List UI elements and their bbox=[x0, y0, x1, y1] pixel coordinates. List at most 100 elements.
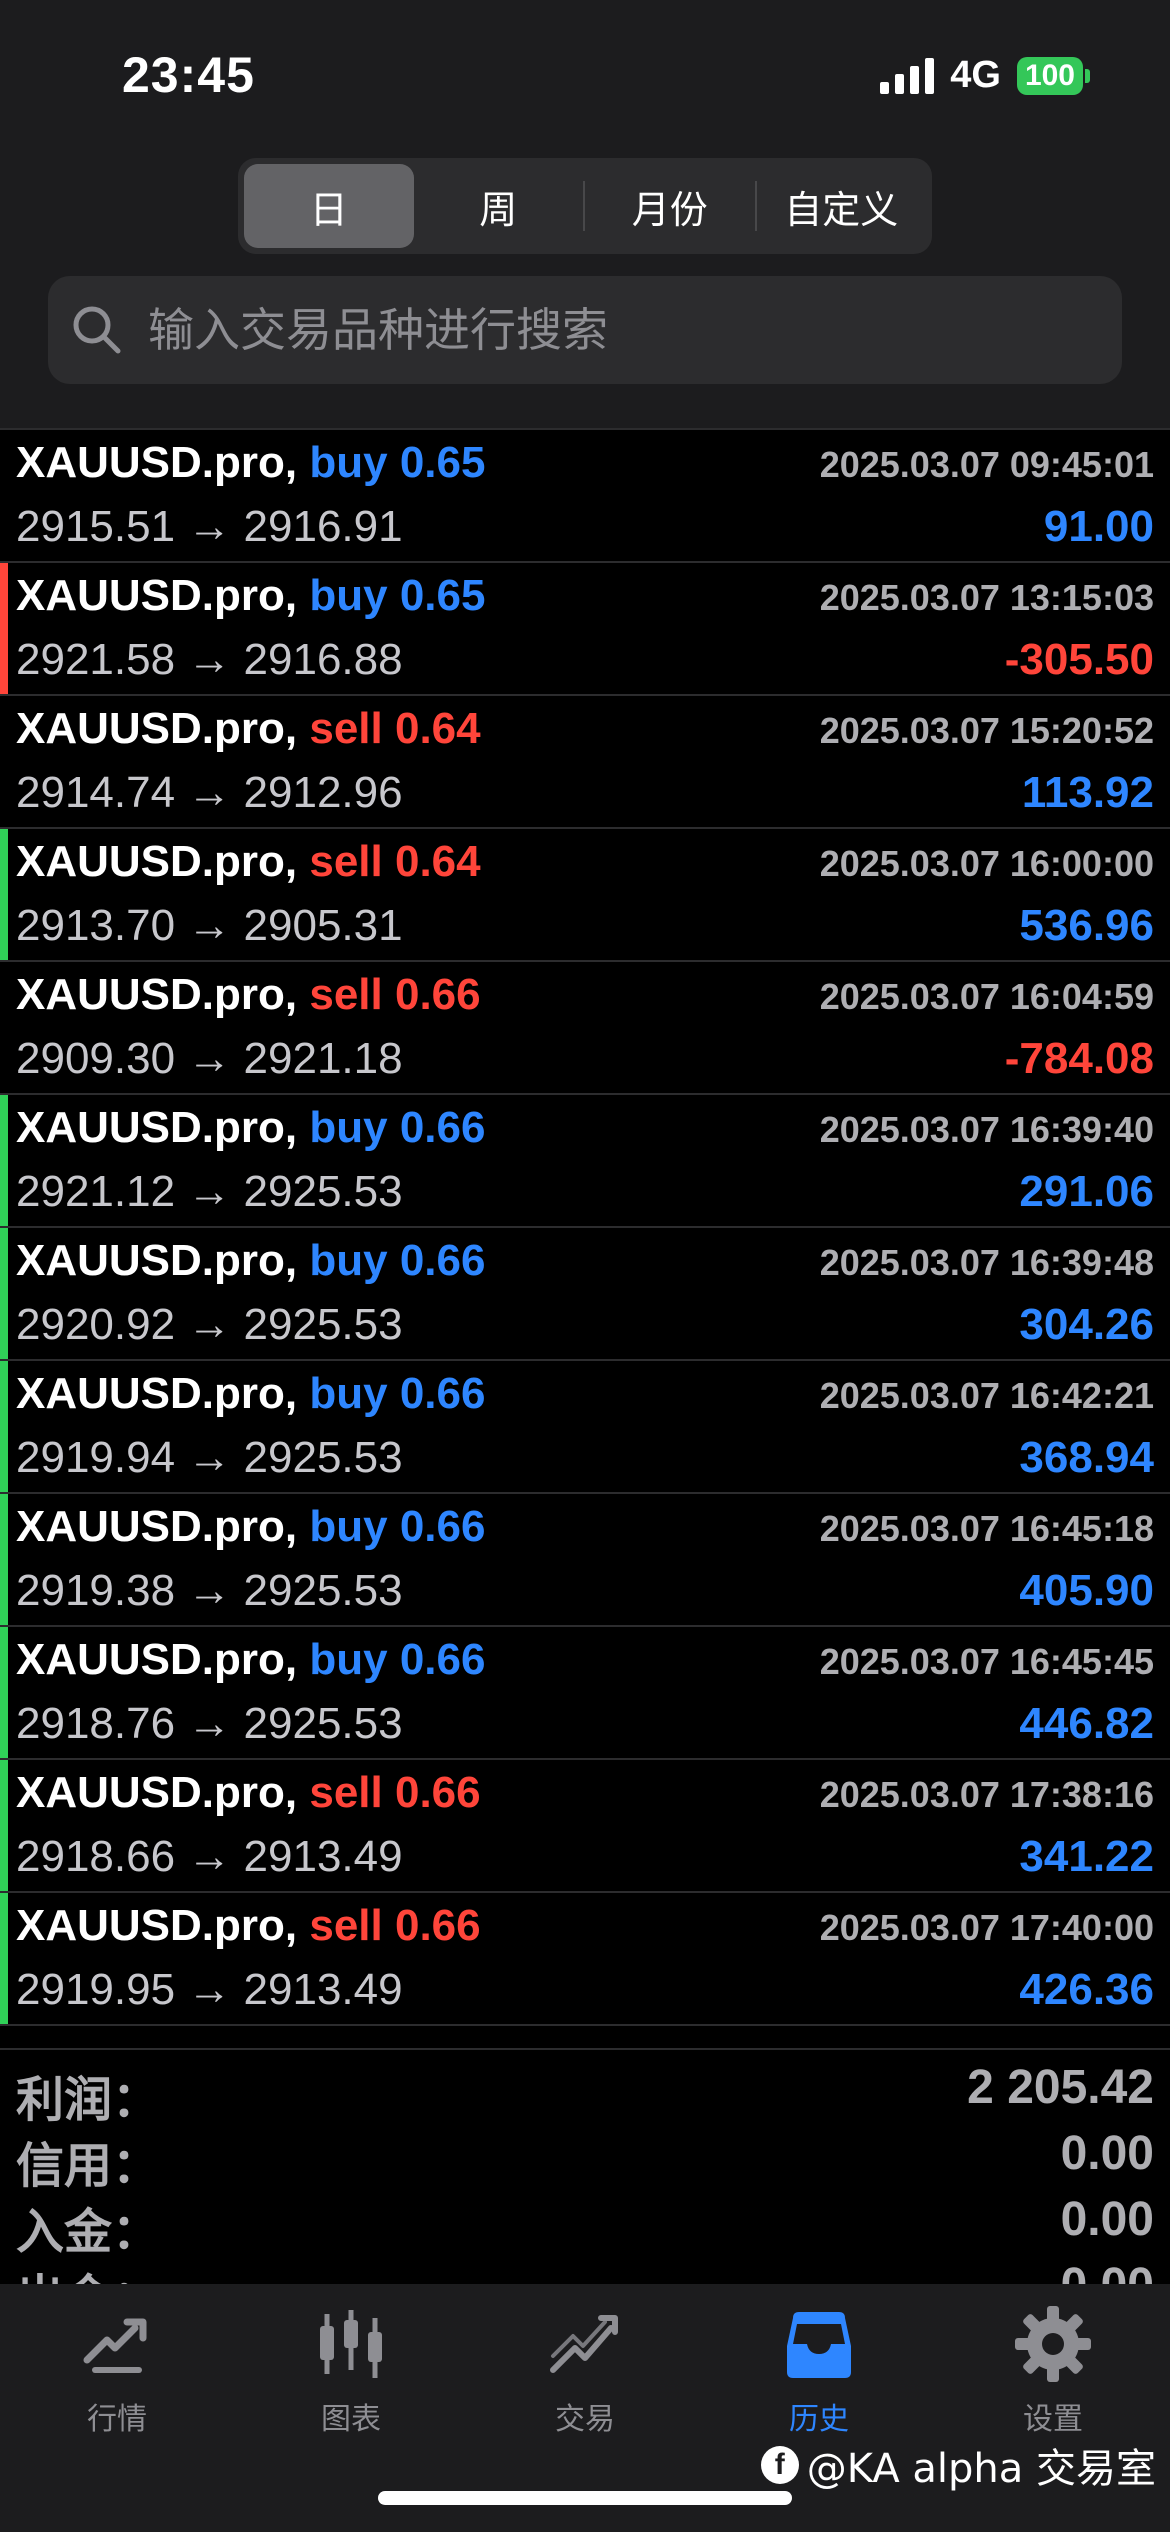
trade-prices: 2919.94 → 2925.53 bbox=[16, 1433, 403, 1483]
search-input[interactable] bbox=[146, 302, 1050, 358]
trade-history-list: XAUUSD.pro, buy 0.65 2025.03.07 09:45:01 2… bbox=[0, 428, 1170, 2026]
trade-time: 2025.03.07 13:15:03 bbox=[819, 577, 1154, 618]
trade-volume: 0.66 bbox=[399, 1635, 486, 1684]
status-time: 23:45 bbox=[122, 47, 255, 103]
arrow-icon: → bbox=[187, 1699, 232, 1748]
result-indicator-bar bbox=[0, 1627, 8, 1758]
trade-profit: 405.90 bbox=[1019, 1566, 1154, 1615]
trade-title: XAUUSD.pro, sell 0.66 bbox=[16, 1768, 481, 1818]
trade-row[interactable]: XAUUSD.pro, buy 0.66 2025.03.07 16:39:40 2… bbox=[0, 1093, 1170, 1226]
tab-chart[interactable]: 图表 bbox=[234, 2304, 468, 2454]
trade-prices: 2915.51 → 2916.91 bbox=[16, 502, 403, 552]
trade-volume: 0.66 bbox=[399, 1103, 486, 1152]
trade-time: 2025.03.07 09:45:01 bbox=[819, 444, 1154, 485]
tab-label: 行情 bbox=[87, 2402, 147, 2437]
trade-row[interactable]: XAUUSD.pro, sell 0.66 2025.03.07 17:38:16… bbox=[0, 1758, 1170, 1891]
trade-title: XAUUSD.pro, buy 0.66 bbox=[16, 1103, 485, 1153]
trade-direction: sell bbox=[309, 1901, 383, 1950]
trade-symbol: XAUUSD.pro, bbox=[16, 1103, 298, 1152]
trade-volume: 0.66 bbox=[394, 1901, 481, 1950]
segment-month[interactable]: 月份 bbox=[585, 164, 755, 248]
trade-symbol: XAUUSD.pro, bbox=[16, 1236, 298, 1285]
trade-time: 2025.03.07 16:00:00 bbox=[819, 843, 1154, 884]
close-price: 2921.18 bbox=[243, 1034, 403, 1083]
tab-history[interactable]: 历史 bbox=[702, 2304, 936, 2454]
tab-quotes[interactable]: 行情 bbox=[0, 2304, 234, 2454]
tab-label: 交易 bbox=[555, 2402, 615, 2437]
segment-custom[interactable]: 自定义 bbox=[757, 164, 927, 248]
trade-profit: 426.36 bbox=[1019, 1965, 1154, 2014]
trade-direction: buy bbox=[309, 1103, 388, 1152]
arrow-icon: → bbox=[187, 1566, 232, 1615]
trade-row[interactable]: XAUUSD.pro, sell 0.64 2025.03.07 16:00:00… bbox=[0, 827, 1170, 960]
summary-panel: 利润：2 205.42信用：0.00入金：0.00出金： 0.00 bbox=[0, 2048, 1170, 2286]
trade-row[interactable]: XAUUSD.pro, buy 0.66 2025.03.07 16:45:45 2… bbox=[0, 1625, 1170, 1758]
trade-symbol: XAUUSD.pro, bbox=[16, 704, 298, 753]
arrow-icon: → bbox=[187, 1034, 232, 1083]
watermark-text: @KA alpha 交易室 bbox=[806, 2446, 1156, 2492]
open-price: 2920.92 bbox=[16, 1300, 176, 1349]
arrow-icon: → bbox=[187, 1300, 232, 1349]
trade-time: 2025.03.07 15:20:52 bbox=[819, 710, 1154, 751]
battery-level: 100 bbox=[1016, 56, 1083, 95]
open-price: 2918.76 bbox=[16, 1699, 176, 1748]
open-price: 2914.74 bbox=[16, 768, 176, 817]
trade-volume: 0.64 bbox=[394, 704, 481, 753]
open-price: 2913.70 bbox=[16, 901, 176, 950]
result-indicator-bar bbox=[0, 1361, 8, 1492]
result-indicator-bar bbox=[0, 1760, 8, 1891]
summary-value: 0.00 bbox=[1060, 2127, 1154, 2180]
trade-direction: buy bbox=[309, 438, 388, 487]
open-price: 2909.30 bbox=[16, 1034, 176, 1083]
trade-profit: 304.26 bbox=[1019, 1300, 1154, 1349]
history-inbox-icon bbox=[787, 2312, 851, 2378]
trade-symbol: XAUUSD.pro, bbox=[16, 1502, 298, 1551]
summary-row: 信用： 0.00 bbox=[0, 2116, 1170, 2194]
trade-row[interactable]: XAUUSD.pro, buy 0.65 2025.03.07 13:15:03 2… bbox=[0, 561, 1170, 694]
trade-time: 2025.03.07 16:04:59 bbox=[819, 976, 1154, 1017]
trade-row[interactable]: XAUUSD.pro, sell 0.64 2025.03.07 15:20:52… bbox=[0, 694, 1170, 827]
trade-direction: buy bbox=[309, 1369, 388, 1418]
trade-profit: -784.08 bbox=[1004, 1034, 1154, 1083]
gear-icon bbox=[1015, 2306, 1091, 2382]
facebook-icon: f bbox=[760, 2446, 799, 2484]
trade-row[interactable]: XAUUSD.pro, buy 0.66 2025.03.07 16:42:21 2… bbox=[0, 1359, 1170, 1492]
open-price: 2919.95 bbox=[16, 1965, 176, 2014]
trade-row[interactable]: XAUUSD.pro, sell 0.66 2025.03.07 16:04:59… bbox=[0, 960, 1170, 1093]
trade-row[interactable]: XAUUSD.pro, buy 0.66 2025.03.07 16:45:18 2… bbox=[0, 1492, 1170, 1625]
trade-time: 2025.03.07 17:38:16 bbox=[819, 1774, 1154, 1815]
trade-profit: 113.92 bbox=[1021, 768, 1154, 817]
arrow-icon: → bbox=[187, 1433, 232, 1482]
trade-row[interactable]: XAUUSD.pro, buy 0.65 2025.03.07 09:45:01 2… bbox=[0, 428, 1170, 561]
tab-trade[interactable]: 交易 bbox=[468, 2304, 702, 2454]
arrow-icon: → bbox=[187, 1167, 232, 1216]
trade-title: XAUUSD.pro, sell 0.64 bbox=[16, 837, 481, 887]
trade-row[interactable]: XAUUSD.pro, buy 0.66 2025.03.07 16:39:48 2… bbox=[0, 1226, 1170, 1359]
trade-title: XAUUSD.pro, buy 0.65 bbox=[16, 438, 485, 488]
summary-row: 利润： 2 205.42 bbox=[0, 2050, 1170, 2128]
trade-prices: 2918.76 → 2925.53 bbox=[16, 1699, 403, 1749]
trade-profit: 341.22 bbox=[1019, 1832, 1154, 1881]
open-price: 2919.94 bbox=[16, 1433, 176, 1482]
search-icon bbox=[73, 306, 121, 354]
trade-row[interactable]: XAUUSD.pro, sell 0.66 2025.03.07 17:40:00… bbox=[0, 1891, 1170, 2024]
segment-week[interactable]: 周 bbox=[414, 164, 584, 248]
trade-title: XAUUSD.pro, buy 0.66 bbox=[16, 1635, 485, 1685]
period-segmented-control: 日 周 月份 自定义 bbox=[238, 158, 932, 254]
open-price: 2921.58 bbox=[16, 635, 176, 684]
trade-direction: sell bbox=[309, 970, 383, 1019]
summary-value: 0.00 bbox=[1060, 2193, 1154, 2246]
trade-direction: sell bbox=[309, 837, 383, 886]
result-indicator-bar bbox=[0, 1095, 8, 1226]
search-bar[interactable] bbox=[48, 276, 1122, 384]
segment-day[interactable]: 日 bbox=[244, 164, 414, 248]
trade-direction: buy bbox=[309, 1502, 388, 1551]
close-price: 2925.53 bbox=[243, 1300, 403, 1349]
close-price: 2925.53 bbox=[243, 1699, 403, 1748]
trade-profit: -305.50 bbox=[1004, 635, 1154, 684]
network-type: 4G bbox=[950, 54, 1001, 96]
trade-symbol: XAUUSD.pro, bbox=[16, 1369, 298, 1418]
summary-label: 出金： bbox=[16, 2258, 160, 2286]
arrow-icon: → bbox=[187, 1832, 232, 1881]
tab-settings[interactable]: 设置 bbox=[936, 2304, 1170, 2454]
